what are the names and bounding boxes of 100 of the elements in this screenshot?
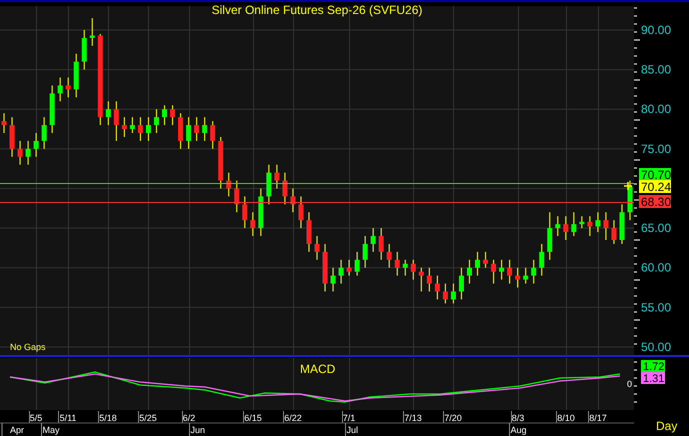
candlestick (82, 29, 87, 70)
candlestick (338, 259, 344, 284)
candlestick (122, 116, 127, 138)
indicator-value-tag: 1.72 (641, 360, 665, 373)
candlestick (547, 212, 552, 260)
date-label: 8/3 (512, 413, 524, 423)
date-label: 7/13 (404, 413, 422, 423)
candlestick (483, 251, 488, 268)
candlestick (2, 112, 7, 134)
candlestick (210, 120, 216, 150)
candlestick (154, 108, 159, 134)
candlestick (442, 282, 448, 304)
candlestick (563, 216, 568, 241)
candlestick (34, 132, 39, 158)
price-axis-label: 60.00 (641, 260, 672, 275)
candlestick (491, 259, 496, 284)
candlestick (378, 228, 384, 260)
candlestick (539, 243, 544, 276)
candlestick (466, 259, 472, 284)
candlestick (162, 104, 168, 126)
period-label: Day (656, 419, 678, 433)
candlestick (186, 116, 192, 150)
candlestick (202, 116, 208, 142)
candlestick (10, 116, 15, 158)
candlestick (523, 267, 528, 284)
candlestick (114, 100, 119, 142)
candlestick (242, 196, 248, 229)
month-label: Aug (510, 425, 527, 435)
candlestick (146, 116, 151, 142)
candlestick (531, 259, 536, 284)
indicator-value-tag: 1.31 (641, 372, 665, 385)
price-axis-label: 80.00 (641, 102, 672, 116)
month-label: Jul (346, 425, 358, 435)
candlestick (282, 172, 288, 205)
candlestick (314, 235, 320, 260)
candlestick (66, 76, 71, 98)
candlestick (354, 251, 360, 276)
candlestick (234, 180, 240, 213)
candlestick (418, 267, 424, 292)
candlestick (250, 212, 256, 237)
candlestick (306, 212, 312, 252)
candlestick (274, 164, 280, 190)
candlestick (426, 267, 432, 292)
date-label: 8/17 (589, 413, 607, 423)
candlestick (611, 220, 616, 245)
chart-title: Silver Online Futures Sep-26 (SVFU26) (212, 3, 422, 17)
price-axis-label: 55.00 (641, 300, 672, 314)
price-axis-label: 50.00 (641, 340, 672, 354)
candlestick (595, 212, 600, 233)
candlestick (386, 243, 392, 268)
candlestick (130, 116, 135, 134)
date-label: 5/11 (60, 413, 76, 423)
price-tag: 68.30 (639, 195, 672, 209)
month-label: Apr (10, 425, 24, 435)
candlestick (458, 267, 464, 300)
candlestick (90, 17, 95, 46)
price-axis-label: 75.00 (641, 142, 672, 156)
candlestick (138, 116, 143, 142)
candlestick (330, 267, 336, 292)
candlestick (394, 251, 400, 276)
candlestick (42, 116, 47, 150)
date-label: 6/2 (182, 413, 196, 423)
month-label: May (42, 425, 60, 435)
candlestick (499, 259, 504, 280)
candlestick (346, 259, 352, 276)
candlestick (58, 76, 63, 102)
candlestick (434, 275, 440, 300)
price-tag: 70.24 (639, 180, 672, 194)
candlestick (450, 282, 456, 304)
date-label: 8/10 (557, 413, 575, 423)
candlestick (298, 196, 304, 229)
candlestick (194, 116, 200, 142)
candlestick (515, 267, 520, 288)
candlestick (475, 251, 480, 276)
date-label: 7/20 (444, 413, 462, 423)
price-tag: 70.70 (639, 168, 672, 182)
price-axis-label: 90.00 (641, 22, 672, 37)
candlestick (106, 100, 111, 126)
candlestick (555, 216, 560, 237)
status-label: No Gaps (10, 342, 46, 352)
macd-title: MACD (300, 362, 336, 376)
crosshair-icon (623, 181, 633, 191)
candlestick (571, 212, 576, 237)
price-axis-label: 65.00 (641, 221, 672, 236)
date-label: 6/15 (244, 413, 262, 423)
axis-label: 0 (627, 379, 632, 389)
candlestick (362, 235, 368, 268)
candlestick (507, 259, 512, 284)
candlestick (26, 140, 31, 166)
date-label: 7/1 (342, 413, 356, 423)
candlestick (410, 259, 416, 280)
month-label: Jun (190, 425, 206, 435)
candlestick (170, 104, 176, 126)
candlestick (587, 216, 592, 237)
candlestick (266, 164, 272, 205)
candlestick (603, 212, 608, 241)
candlestick (18, 140, 23, 166)
date-label: 5/18 (99, 413, 117, 423)
date-label: 5/25 (139, 413, 157, 423)
date-label: 6/22 (284, 413, 302, 423)
